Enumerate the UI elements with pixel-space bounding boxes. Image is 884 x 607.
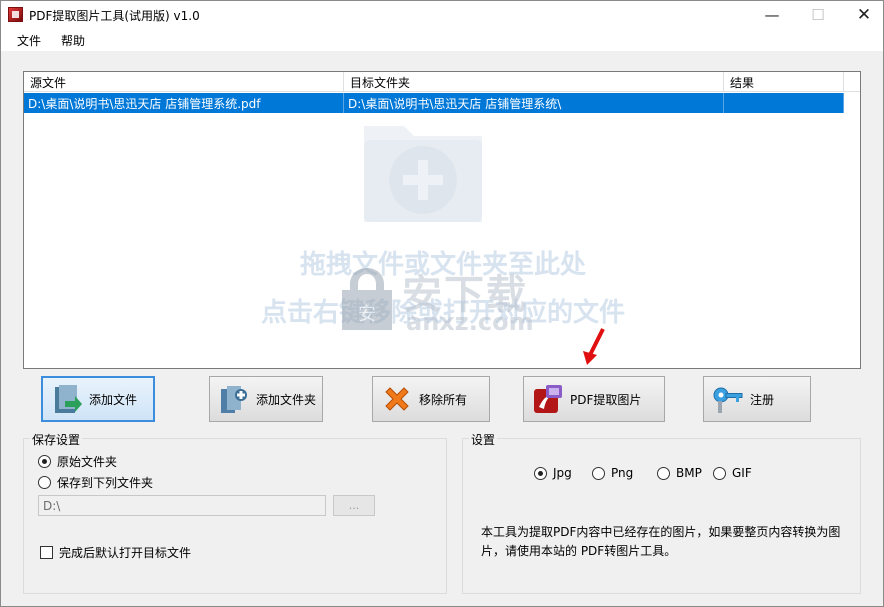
column-result[interactable]: 结果 xyxy=(724,72,844,92)
radio-dot xyxy=(38,476,51,489)
radio-format-bmp[interactable]: BMP xyxy=(657,466,702,480)
watermark-url: anxz.com xyxy=(406,308,534,336)
minimize-button[interactable]: — xyxy=(749,1,795,29)
save-path-input[interactable] xyxy=(38,495,326,516)
radio-original-label: 原始文件夹 xyxy=(57,455,118,469)
menu-bar: 文件 帮助 xyxy=(1,29,883,51)
radio-format-png[interactable]: Png xyxy=(592,466,633,480)
format-label: Jpg xyxy=(553,466,572,480)
register-label: 注册 xyxy=(750,392,775,407)
table-row[interactable]: D:\桌面\说明书\思迅天店 店铺管理系统.pdf D:\桌面\说明书\思迅天店… xyxy=(24,93,844,113)
radio-dot xyxy=(713,466,726,480)
settings-group: 设置 Jpg Png BMP GIF 本工具为提取PDF内容中已经存在的图片，如… xyxy=(462,431,861,594)
add-folder-button[interactable]: 添加文件夹 xyxy=(209,376,323,422)
app-window: PDF提取图片工具(试用版) v1.0 — ☐ ✕ 文件 帮助 源文件 目标文件… xyxy=(0,0,884,607)
radio-format-jpg[interactable]: Jpg xyxy=(534,466,572,480)
remove-icon xyxy=(385,387,409,411)
window-title: PDF提取图片工具(试用版) v1.0 xyxy=(29,9,200,23)
checkbox-box xyxy=(40,546,53,559)
column-target[interactable]: 目标文件夹 xyxy=(344,72,724,92)
register-button[interactable]: 注册 xyxy=(703,376,811,422)
column-source[interactable]: 源文件 xyxy=(24,72,344,92)
add-folder-label: 添加文件夹 xyxy=(256,392,317,407)
title-bar[interactable]: PDF提取图片工具(试用版) v1.0 — ☐ ✕ xyxy=(1,1,883,29)
format-label: BMP xyxy=(676,466,702,480)
format-label: GIF xyxy=(732,466,752,480)
folder-add-icon xyxy=(364,126,482,222)
file-list[interactable]: 源文件 目标文件夹 结果 D:\桌面\说明书\思迅天店 店铺管理系统.pdf D… xyxy=(23,71,861,369)
cell-result xyxy=(724,93,844,113)
radio-custom-label: 保存到下列文件夹 xyxy=(57,476,154,490)
add-file-label: 添加文件 xyxy=(89,392,138,407)
pdf-icon xyxy=(534,385,562,413)
add-folder-icon xyxy=(221,386,247,413)
save-settings-group: 保存设置 原始文件夹 保存到下列文件夹 ... 完成后默认打开目标文件 xyxy=(23,431,447,594)
extract-images-label: PDF提取图片 xyxy=(570,392,642,407)
list-header: 源文件 目标文件夹 结果 xyxy=(24,72,860,92)
browse-button[interactable]: ... xyxy=(333,495,375,516)
add-file-button[interactable]: 添加文件 xyxy=(41,376,155,422)
shield-icon: 安 xyxy=(342,268,392,330)
open-after-checkbox[interactable]: 完成后默认打开目标文件 xyxy=(40,544,191,561)
extract-images-button[interactable]: PDF提取图片 xyxy=(523,376,665,422)
close-button[interactable]: ✕ xyxy=(841,1,884,29)
settings-title: 设置 xyxy=(469,431,498,448)
key-icon xyxy=(713,387,743,413)
maximize-button[interactable]: ☐ xyxy=(795,1,841,29)
radio-dot xyxy=(657,466,670,480)
radio-original-folder[interactable]: 原始文件夹 xyxy=(38,453,117,470)
settings-description: 本工具为提取PDF内容中已经存在的图片，如果要整页内容转换为图片，请使用本站的 … xyxy=(481,525,841,558)
app-icon xyxy=(8,7,23,22)
add-file-icon xyxy=(55,385,82,413)
cell-target: D:\桌面\说明书\思迅天店 店铺管理系统\ xyxy=(344,93,724,113)
open-after-label: 完成后默认打开目标文件 xyxy=(59,546,192,560)
radio-format-gif[interactable]: GIF xyxy=(713,466,752,480)
save-settings-title: 保存设置 xyxy=(30,431,83,448)
watermark-shield-text: 安 xyxy=(358,304,376,325)
radio-dot xyxy=(592,466,605,480)
red-arrow-icon xyxy=(583,328,605,365)
remove-all-label: 移除所有 xyxy=(419,392,468,407)
format-label: Png xyxy=(611,466,634,480)
menu-file[interactable]: 文件 xyxy=(17,32,41,49)
radio-custom-folder[interactable]: 保存到下列文件夹 xyxy=(38,474,153,491)
watermark: 安 安下载 anxz.com xyxy=(336,262,576,342)
radio-dot xyxy=(38,455,51,468)
remove-all-button[interactable]: 移除所有 xyxy=(372,376,490,422)
radio-dot xyxy=(534,466,547,480)
cell-source: D:\桌面\说明书\思迅天店 店铺管理系统.pdf xyxy=(24,93,344,113)
menu-help[interactable]: 帮助 xyxy=(61,32,85,49)
